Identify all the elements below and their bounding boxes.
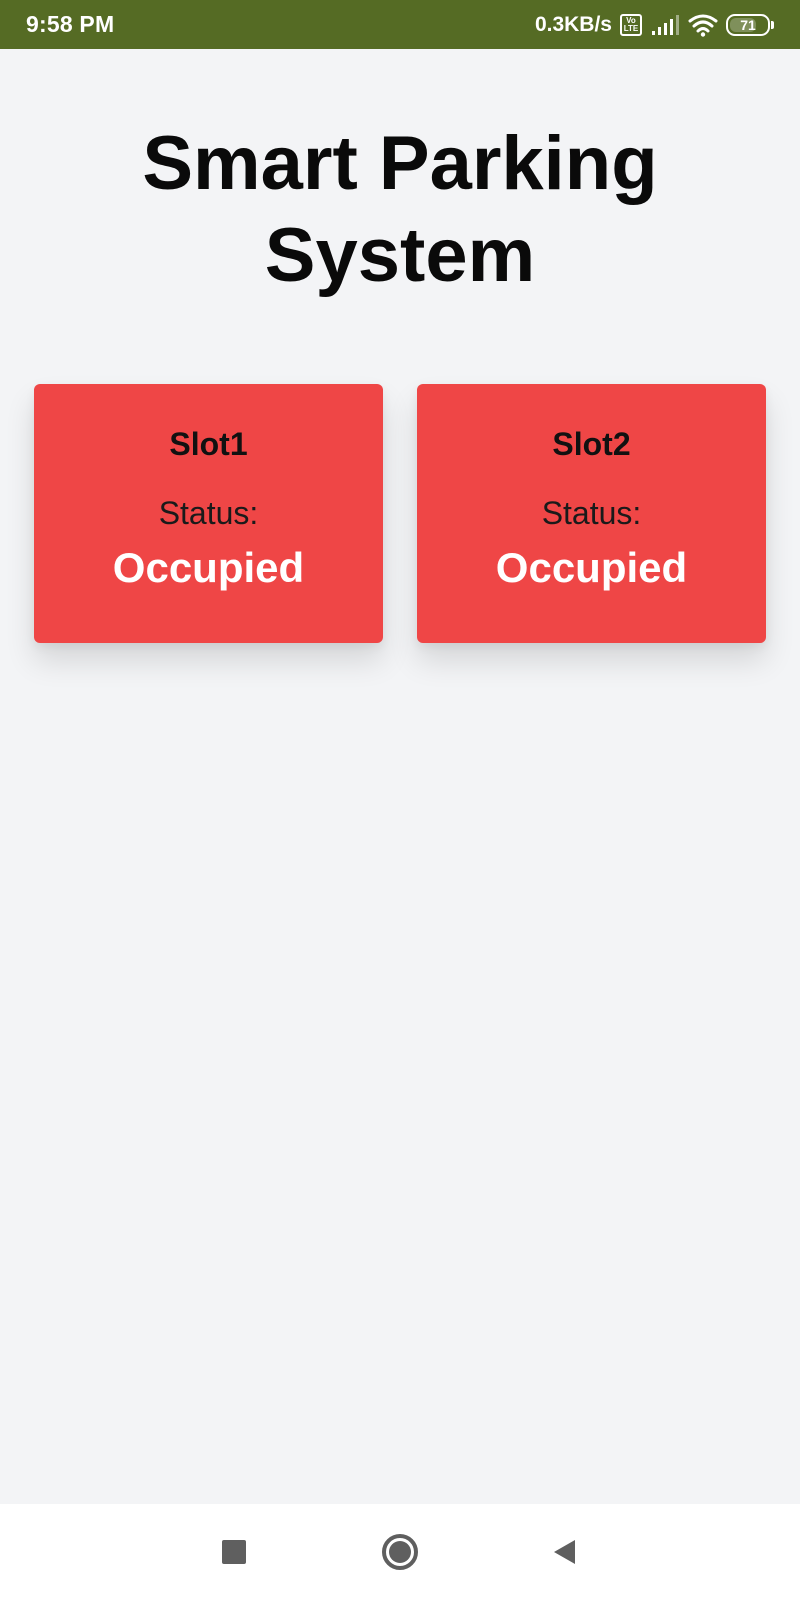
battery-icon: 71 xyxy=(726,13,774,36)
slot-card-2[interactable]: Slot2 Status: Occupied xyxy=(417,384,766,643)
page-title: Smart Parking System xyxy=(0,118,800,302)
recent-apps-button[interactable] xyxy=(204,1522,264,1582)
battery-level: 71 xyxy=(740,16,756,33)
slots-grid: Slot1 Status: Occupied Slot2 Status: Occ… xyxy=(34,384,766,643)
page-title-line1: Smart Parking xyxy=(142,121,658,206)
navigation-bar xyxy=(0,1504,800,1600)
home-button[interactable] xyxy=(370,1522,430,1582)
signal-icon xyxy=(650,14,680,36)
back-icon xyxy=(554,1540,575,1564)
volte-icon: Vo LTE xyxy=(620,13,642,36)
status-time: 9:58 PM xyxy=(26,11,115,37)
home-icon-inner xyxy=(389,1541,411,1563)
recent-apps-icon xyxy=(222,1540,246,1564)
network-speed: 0.3KB/s xyxy=(534,12,612,36)
status-indicators: 0.3KB/s Vo LTE 71 xyxy=(535,13,774,37)
wifi-icon xyxy=(688,13,718,37)
slot-status-value: Occupied xyxy=(112,544,305,591)
battery-tip xyxy=(771,20,774,29)
slot-name: Slot2 xyxy=(552,426,631,462)
home-icon xyxy=(382,1534,418,1570)
back-button[interactable] xyxy=(534,1522,594,1582)
battery-body: 71 xyxy=(726,13,770,36)
slot-name: Slot1 xyxy=(169,426,248,462)
slot-status-value: Occupied xyxy=(495,544,688,591)
page-title-line2: System xyxy=(264,213,536,298)
slot-card-1[interactable]: Slot1 Status: Occupied xyxy=(34,384,383,643)
slot-status-label: Status: xyxy=(158,495,259,531)
status-bar: 9:58 PM 0.3KB/s Vo LTE 71 xyxy=(0,0,800,49)
volte-bottom-label: LTE xyxy=(623,23,639,33)
slot-status-label: Status: xyxy=(541,495,642,531)
